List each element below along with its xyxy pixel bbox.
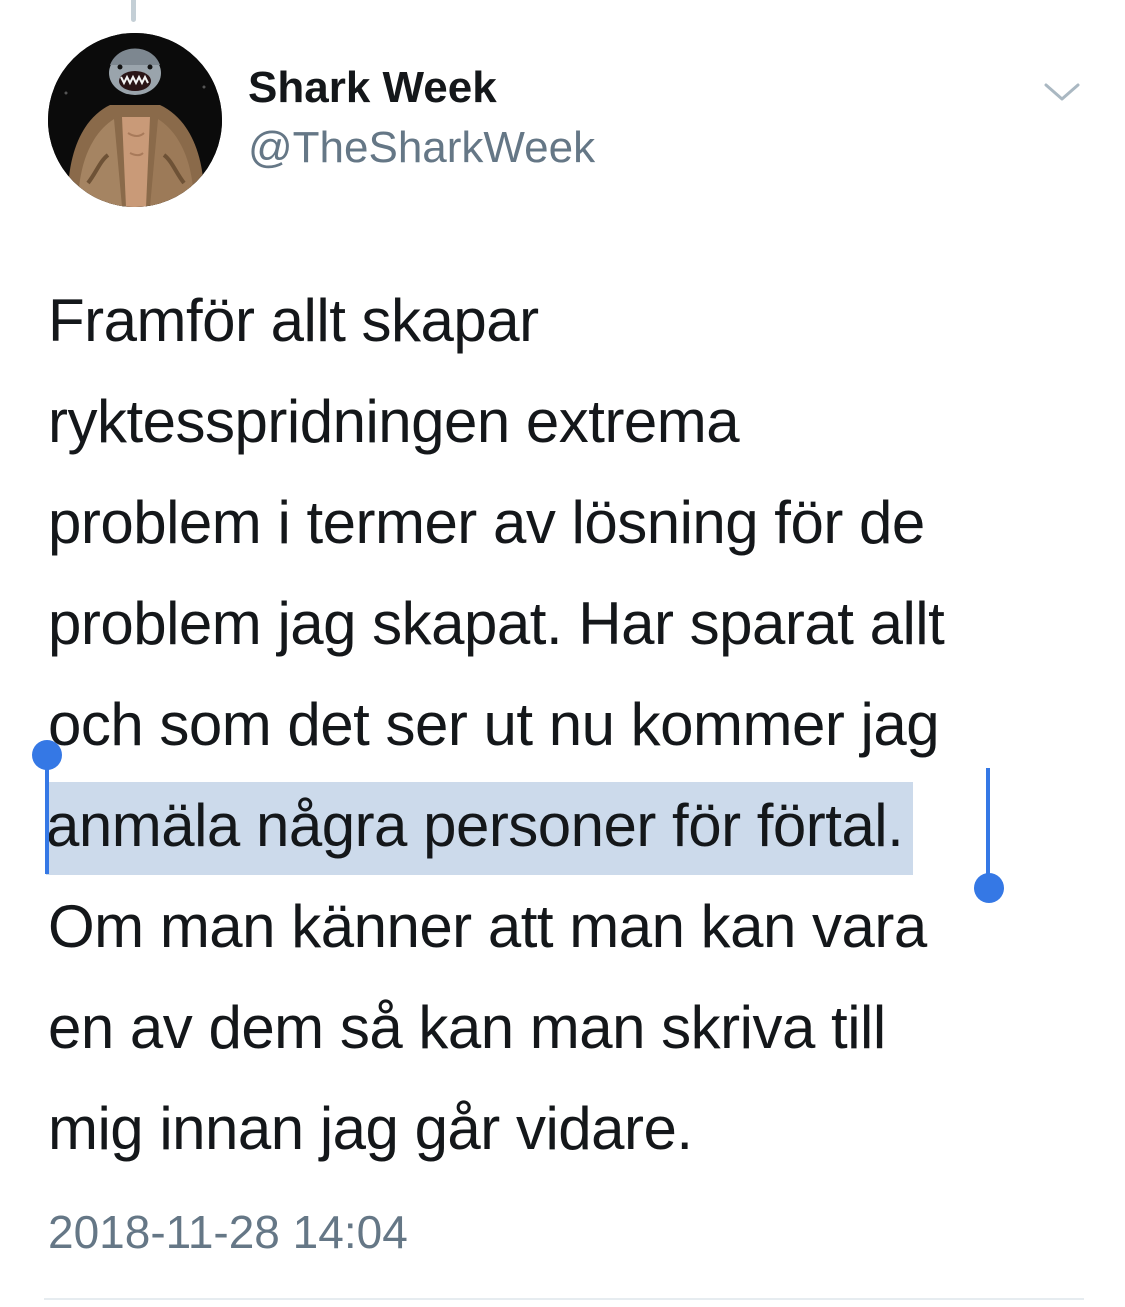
avatar-image: [48, 33, 222, 207]
selection-end-handle-bar[interactable]: [986, 768, 990, 884]
thread-connector-line: [131, 0, 136, 22]
tweet-text-line-selected: anmäla några personer för förtal.: [46, 775, 1088, 876]
tweet-text-line: Framför allt skapar: [48, 287, 539, 354]
tweet-text-line: Om man känner att man kan vara: [48, 893, 927, 960]
divider: [44, 1298, 1084, 1300]
tweet-text-line: problem jag skapat. Har sparat allt: [48, 590, 945, 657]
selection-end-handle-knob[interactable]: [974, 873, 1004, 903]
user-handle[interactable]: @TheSharkWeek: [248, 122, 595, 174]
tweet-text-line: mig innan jag går vidare.: [48, 1095, 693, 1162]
display-name[interactable]: Shark Week: [248, 62, 497, 114]
tweet-text-line: problem i termer av lösning för de: [48, 489, 925, 556]
selection-start-handle-knob[interactable]: [32, 740, 62, 770]
avatar[interactable]: [48, 33, 222, 207]
tweet-timestamp[interactable]: 2018-11-28 14:04: [48, 1206, 408, 1258]
tweet-text-line: ryktesspridningen extrema: [48, 388, 740, 455]
selection-start-handle-bar[interactable]: [45, 752, 49, 874]
tweet-text-line: och som det ser ut nu kommer jag: [48, 691, 940, 758]
tweet-text-line: en av dem så kan man skriva till: [48, 994, 886, 1061]
tweet-text[interactable]: Framför allt skapar ryktesspridningen ex…: [46, 270, 1088, 1179]
chevron-down-icon[interactable]: [1040, 76, 1084, 108]
text-selection-highlight[interactable]: anmäla några personer för förtal.: [46, 782, 914, 875]
